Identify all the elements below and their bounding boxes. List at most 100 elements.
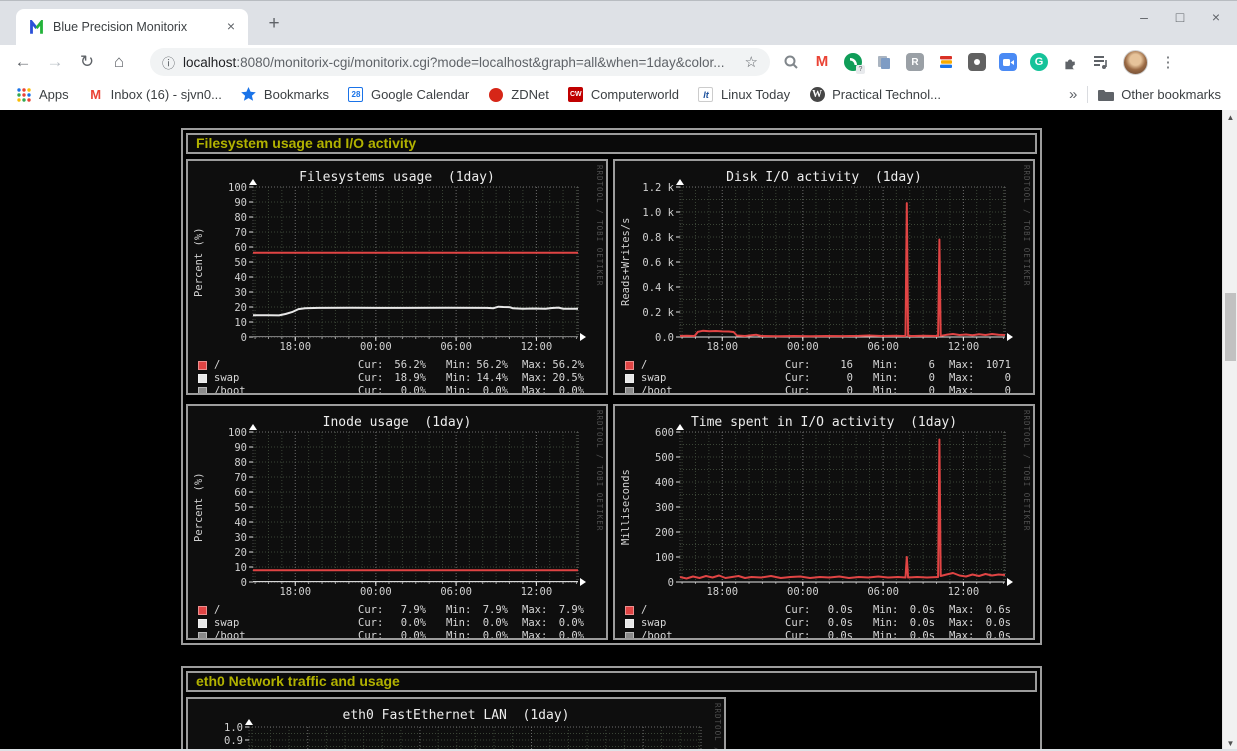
close-icon[interactable]: × bbox=[1209, 9, 1223, 25]
voice-extension-icon[interactable]: ? bbox=[843, 52, 863, 72]
tab-strip: Blue Precision Monitorix × + – □ × bbox=[0, 0, 1237, 46]
legend-stat-value: 0.0% bbox=[401, 630, 426, 640]
x-tick-label: 12:00 bbox=[938, 586, 988, 598]
legend-stat-label: Max: bbox=[522, 359, 547, 371]
page-info-icon[interactable]: ⓘ bbox=[162, 53, 175, 72]
legend-stat-label: Max: bbox=[949, 359, 974, 371]
scroll-up-icon[interactable]: ▲ bbox=[1223, 110, 1237, 125]
legend-swatch bbox=[625, 387, 634, 395]
legend-stat-label: Min: bbox=[873, 630, 898, 640]
profile-avatar[interactable] bbox=[1123, 50, 1148, 75]
legend-stat: Max:56.2% bbox=[522, 359, 584, 371]
tab-close-icon[interactable]: × bbox=[222, 18, 240, 36]
graph-title: eth0 FastEthernet LAN (1day) bbox=[188, 708, 724, 723]
graph-filesystems-usage[interactable]: Filesystems usage (1day) RRDTOOL / TOBI … bbox=[186, 159, 608, 395]
legend-stat-value: 0.0% bbox=[559, 385, 584, 395]
legend-stat-label: Min: bbox=[873, 385, 898, 395]
books-extension-icon[interactable] bbox=[936, 52, 956, 72]
bookmark-computerworld[interactable]: CW Computerworld bbox=[568, 87, 679, 103]
y-tick-label: 1.0 bbox=[188, 722, 243, 734]
scrollbar-thumb[interactable] bbox=[1225, 293, 1236, 361]
legend-stat: Cur:0.0% bbox=[358, 617, 426, 629]
copy-pages-extension-icon[interactable] bbox=[874, 52, 894, 72]
legend-swatch bbox=[625, 374, 634, 383]
graph-legend: /Cur:16Min:6Max:1071swapCur:0Min:0Max:0/… bbox=[615, 359, 1033, 395]
browser-window: Blue Precision Monitorix × + – □ × ← → ↻… bbox=[0, 0, 1237, 751]
maximize-icon[interactable]: □ bbox=[1173, 9, 1187, 25]
legend-stat-value: 0.0s bbox=[910, 617, 935, 629]
x-tick-label: 12:00 bbox=[938, 341, 988, 353]
y-axis-label: Reads+Writes/s bbox=[619, 187, 633, 337]
other-bookmarks-button[interactable]: Other bookmarks bbox=[1098, 87, 1221, 103]
legend-stat-label: Min: bbox=[446, 359, 471, 371]
bookmark-inbox[interactable]: M Inbox (16) - sjvn0... bbox=[88, 87, 222, 103]
legend-stat-value: 0 bbox=[847, 372, 853, 384]
legend-stat-label: Cur: bbox=[358, 604, 383, 616]
x-tick-label: 18:00 bbox=[270, 586, 320, 598]
new-tab-button[interactable]: + bbox=[262, 12, 286, 36]
music-queue-icon[interactable] bbox=[1091, 52, 1111, 72]
wordpress-icon: W bbox=[809, 87, 825, 103]
bookmark-practical-tech[interactable]: W Practical Technol... bbox=[809, 87, 941, 103]
back-icon[interactable]: ← bbox=[10, 49, 36, 75]
legend-stat-label: Min: bbox=[446, 630, 471, 640]
legend-stat-label: Cur: bbox=[358, 385, 383, 395]
legend-stat: Cur:56.2% bbox=[358, 359, 426, 371]
y-tick-label: 0.9 bbox=[188, 735, 243, 747]
forward-icon[interactable]: → bbox=[42, 49, 68, 75]
x-tick-label: 12:00 bbox=[511, 586, 561, 598]
legend-stat-value: 0.0s bbox=[828, 617, 853, 629]
bookmark-star-icon[interactable]: ☆ bbox=[745, 53, 758, 71]
grammarly-extension-icon[interactable]: G bbox=[1029, 52, 1049, 72]
address-bar[interactable]: ⓘ localhost:8080/monitorix-cgi/monitorix… bbox=[150, 48, 770, 76]
section-header-network: eth0 Network traffic and usage bbox=[186, 671, 1037, 692]
graph-legend: /Cur:0.0sMin:0.0sMax:0.6sswapCur:0.0sMin… bbox=[615, 604, 1033, 640]
legend-stat: Cur:0 bbox=[785, 372, 853, 384]
zoom-extension-icon[interactable] bbox=[998, 52, 1018, 72]
monitorix-favicon bbox=[29, 20, 44, 35]
reload-icon[interactable]: ↻ bbox=[74, 49, 100, 75]
search-extension-icon[interactable] bbox=[781, 52, 801, 72]
x-tick-label: 00:00 bbox=[778, 341, 828, 353]
legend-stat-label: Cur: bbox=[358, 630, 383, 640]
section-network: eth0 Network traffic and usage eth0 Fast… bbox=[181, 666, 1042, 751]
gmail-extension-icon[interactable]: M bbox=[812, 52, 832, 72]
browser-menu-icon[interactable]: ⋮ bbox=[1158, 53, 1178, 71]
password-extension-icon[interactable] bbox=[967, 52, 987, 72]
legend-row: /Cur:7.9%Min:7.9%Max:7.9% bbox=[188, 604, 606, 617]
page-scrollbar[interactable]: ▲ ▼ bbox=[1222, 110, 1237, 751]
legend-stat-label: Max: bbox=[949, 617, 974, 629]
bookmark-apps[interactable]: Apps bbox=[16, 87, 69, 103]
legend-stat-label: Min: bbox=[446, 604, 471, 616]
graph-inode-usage[interactable]: Inode usage (1day) RRDTOOL / TOBI OETIKE… bbox=[186, 404, 608, 640]
bookmark-linux-today[interactable]: lt Linux Today bbox=[698, 87, 790, 103]
legend-stat-label: Cur: bbox=[785, 359, 810, 371]
legend-stat: Cur:7.9% bbox=[358, 604, 426, 616]
zdnet-icon bbox=[488, 87, 504, 103]
graph-eth0-traffic[interactable]: eth0 FastEthernet LAN (1day) RRDTOOL / T… bbox=[186, 697, 726, 751]
home-icon[interactable]: ⌂ bbox=[106, 49, 132, 75]
legend-swatch bbox=[625, 619, 634, 628]
legend-name: swap bbox=[214, 372, 239, 384]
legend-stat-value: 0.0s bbox=[986, 617, 1011, 629]
bookmark-zdnet[interactable]: ZDNet bbox=[488, 87, 549, 103]
graph-time-in-io[interactable]: Time spent in I/O activity (1day) RRDTOO… bbox=[613, 404, 1035, 640]
legend-stat-value: 0 bbox=[929, 372, 935, 384]
bookmark-bookmarks[interactable]: Bookmarks bbox=[241, 87, 329, 103]
filesystem-graphs-grid: Filesystems usage (1day) RRDTOOL / TOBI … bbox=[186, 159, 1037, 640]
legend-stat-value: 7.9% bbox=[559, 604, 584, 616]
legend-stat-value: 0.0% bbox=[559, 630, 584, 640]
browser-tab[interactable]: Blue Precision Monitorix × bbox=[16, 9, 248, 46]
x-tick-label: 06:00 bbox=[431, 586, 481, 598]
bookmark-google-calendar[interactable]: 28 Google Calendar bbox=[348, 87, 469, 103]
graph-disk-io-activity[interactable]: Disk I/O activity (1day) RRDTOOL / TOBI … bbox=[613, 159, 1035, 395]
legend-stat-value: 0.0% bbox=[483, 617, 508, 629]
minimize-icon[interactable]: – bbox=[1137, 9, 1151, 25]
r-extension-icon[interactable]: R bbox=[905, 52, 925, 72]
legend-stat-value: 0.0s bbox=[986, 630, 1011, 640]
puzzle-extensions-icon[interactable] bbox=[1060, 52, 1080, 72]
x-tick-label: 00:00 bbox=[351, 341, 401, 353]
legend-stat: Max:0.0% bbox=[522, 630, 584, 640]
legend-stat-value: 0 bbox=[1005, 385, 1011, 395]
bookmarks-overflow-icon[interactable]: » bbox=[1069, 86, 1077, 103]
